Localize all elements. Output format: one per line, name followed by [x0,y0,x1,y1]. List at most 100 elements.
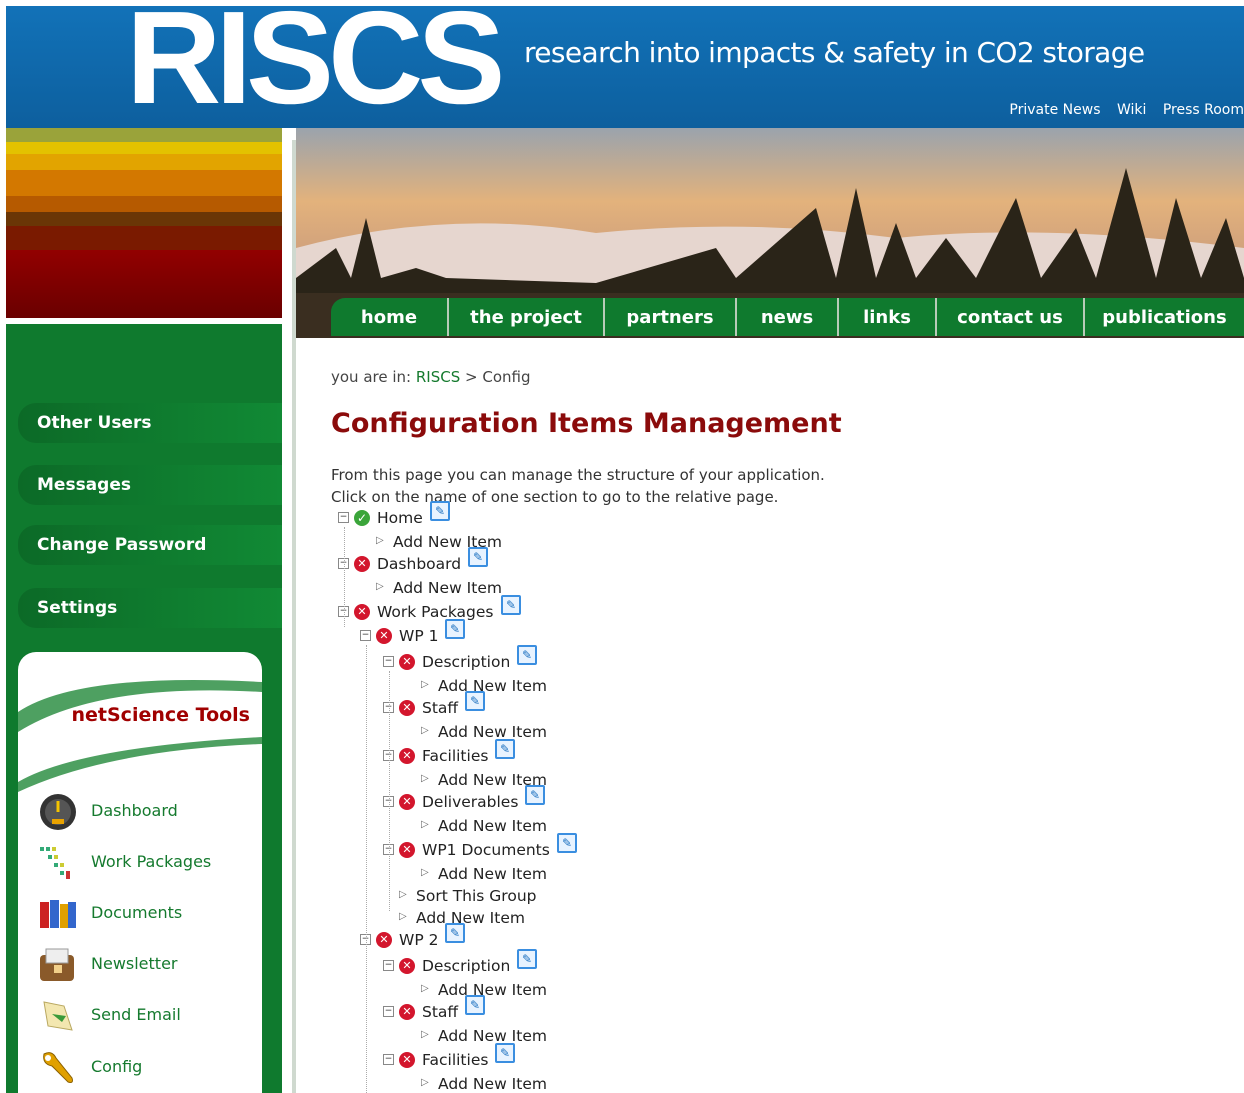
action-arrow-icon: ▷ [421,867,429,878]
collapse-toggle-icon[interactable]: − [383,656,394,667]
tree-action-link[interactable]: Add New Item [438,677,547,695]
status-disabled-icon[interactable]: ✕ [399,958,415,974]
action-arrow-icon: ▷ [421,725,429,736]
page: RISCS research into impacts & safety in … [0,0,1244,1093]
collapse-toggle-icon[interactable]: − [383,1054,394,1065]
menu-other-users[interactable]: Other Users [18,403,282,443]
edit-icon[interactable]: ✎ [445,619,465,639]
tree-node-label[interactable]: Dashboard [377,555,461,573]
tool-documents[interactable]: Documents [38,894,258,934]
tree-guide-line [344,527,345,627]
config-tree: − ✓ Home ✎ ▷ Add New Item − ✕ Dashboard ✎ ▷ Add New… [331,0,931,1093]
status-enabled-icon[interactable]: ✓ [354,510,370,526]
edit-icon[interactable]: ✎ [495,1043,515,1063]
tool-label: Config [91,1057,143,1076]
binders-icon [40,900,76,928]
nav-contact-us[interactable]: contact us [937,298,1085,336]
menu-messages[interactable]: Messages [18,465,282,505]
tree-action-link[interactable]: Add New Item [438,817,547,835]
tree-guide-line [389,671,390,911]
nav-publications[interactable]: publications [1085,298,1244,336]
tree-guide-line [366,645,367,1093]
tree-action-link[interactable]: Add New Item [438,865,547,883]
edit-icon[interactable]: ✎ [517,949,537,969]
color-stripes [6,128,282,318]
tool-label: Documents [91,903,183,922]
action-arrow-icon: ▷ [421,819,429,830]
tree-action-link[interactable]: Add New Item [438,1075,547,1093]
status-disabled-icon[interactable]: ✕ [354,604,370,620]
tool-send-email[interactable]: Send Email [38,996,258,1036]
edit-icon[interactable]: ✎ [430,501,450,521]
tool-dashboard[interactable]: Dashboard [38,792,258,832]
status-disabled-icon[interactable]: ✕ [376,932,392,948]
status-disabled-icon[interactable]: ✕ [399,842,415,858]
tree-action-link[interactable]: Add New Item [393,579,502,597]
tree-node-label[interactable]: Description [422,653,510,671]
tree-action-link[interactable]: Add New Item [438,723,547,741]
tree-action-link[interactable]: Add New Item [438,981,547,999]
press-room-link[interactable]: Press Room [1163,102,1244,118]
tree-action-link[interactable]: Add New Item [438,1027,547,1045]
tool-newsletter[interactable]: Newsletter [38,945,258,985]
status-disabled-icon[interactable]: ✕ [399,700,415,716]
edit-icon[interactable]: ✎ [465,691,485,711]
edit-icon[interactable]: ✎ [495,739,515,759]
action-arrow-icon: ▷ [399,889,407,900]
edit-icon[interactable]: ✎ [517,645,537,665]
collapse-toggle-icon[interactable]: − [383,1006,394,1017]
edit-icon[interactable]: ✎ [445,923,465,943]
menu-change-password[interactable]: Change Password [18,525,282,565]
tree-node-label[interactable]: Work Packages [377,603,494,621]
tools-title: netScience Tools [71,704,251,726]
wrench-icon [43,1052,73,1083]
status-disabled-icon[interactable]: ✕ [399,794,415,810]
action-arrow-icon: ▷ [421,1077,429,1088]
tool-label: Send Email [91,1005,181,1024]
tool-label: Dashboard [91,801,178,820]
collapse-toggle-icon[interactable]: − [360,630,371,641]
action-arrow-icon: ▷ [399,911,407,922]
edit-icon[interactable]: ✎ [557,833,577,853]
status-disabled-icon[interactable]: ✕ [354,556,370,572]
action-arrow-icon: ▷ [421,1029,429,1040]
tree-node-label[interactable]: Facilities [422,747,488,765]
edit-icon[interactable]: ✎ [468,547,488,567]
tree-node-label[interactable]: Deliverables [422,793,518,811]
action-arrow-icon: ▷ [421,773,429,784]
action-arrow-icon: ▷ [421,679,429,690]
edit-icon[interactable]: ✎ [465,995,485,1015]
private-news-link[interactable]: Private News [1009,102,1100,118]
wiki-link[interactable]: Wiki [1117,102,1146,118]
status-disabled-icon[interactable]: ✕ [376,628,392,644]
status-disabled-icon[interactable]: ✕ [399,748,415,764]
tree-node-label[interactable]: WP1 Documents [422,841,550,859]
edit-icon[interactable]: ✎ [525,785,545,805]
tool-label: Work Packages [91,852,212,871]
action-arrow-icon: ▷ [421,983,429,994]
tool-work-packages[interactable]: Work Packages [38,843,258,883]
collapse-toggle-icon[interactable]: − [338,512,349,523]
status-disabled-icon[interactable]: ✕ [399,654,415,670]
action-arrow-icon: ▷ [376,581,384,592]
tree-action-link[interactable]: Sort This Group [416,887,537,905]
tree-action-link[interactable]: Add New Item [416,909,525,927]
newsletter-icon [40,948,74,981]
tree-node-label[interactable]: Home [377,509,423,527]
status-disabled-icon[interactable]: ✕ [399,1052,415,1068]
status-disabled-icon[interactable]: ✕ [399,1004,415,1020]
tree-node-label[interactable]: Staff [422,1003,458,1021]
sidebar-divider [6,318,282,324]
netscience-tools-panel: netScience Tools Dashboard Work Packages… [18,652,262,1093]
send-email-icon [43,1001,73,1031]
tree-node-label[interactable]: Description [422,957,510,975]
collapse-toggle-icon[interactable]: − [383,960,394,971]
tree-node-label[interactable]: Facilities [422,1051,488,1069]
tool-config[interactable]: Config [38,1048,258,1088]
work-packages-icon [40,847,70,879]
menu-settings[interactable]: Settings [18,588,282,628]
tree-node-label[interactable]: WP 1 [399,627,438,645]
tree-node-label[interactable]: WP 2 [399,931,438,949]
tree-node-label[interactable]: Staff [422,699,458,717]
edit-icon[interactable]: ✎ [501,595,521,615]
